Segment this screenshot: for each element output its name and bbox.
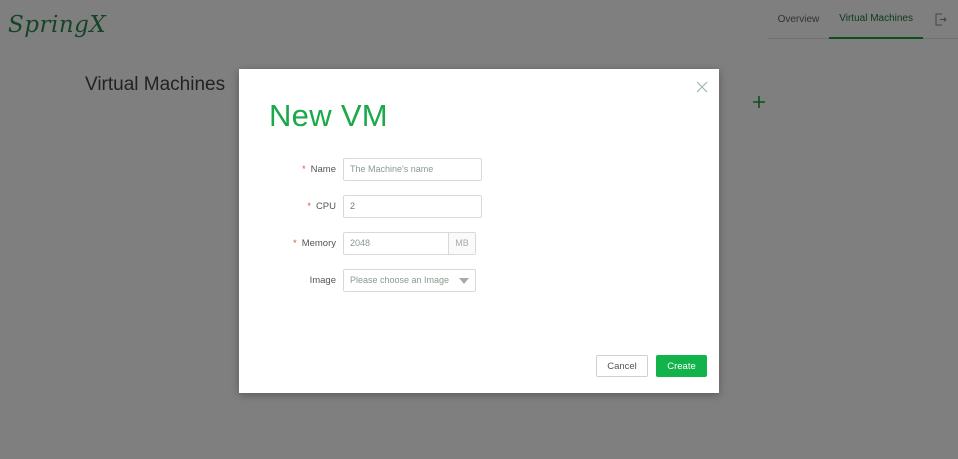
new-vm-dialog: New VM * Name The Machine's name * CPU 2 *… bbox=[239, 69, 719, 393]
required-marker: * bbox=[307, 201, 311, 211]
create-button[interactable]: Create bbox=[656, 355, 707, 377]
required-marker: * bbox=[293, 238, 297, 248]
form-row-cpu: * CPU 2 bbox=[239, 195, 719, 218]
form-row-memory: * Memory 2048 MB bbox=[239, 232, 719, 255]
cpu-input[interactable]: 2 bbox=[343, 195, 482, 218]
name-label: * Name bbox=[302, 164, 336, 175]
dialog-title: New VM bbox=[269, 98, 388, 133]
memory-unit: MB bbox=[448, 233, 475, 254]
cancel-button[interactable]: Cancel bbox=[596, 355, 648, 377]
form-row-name: * Name The Machine's name bbox=[239, 158, 719, 181]
memory-value[interactable]: 2048 bbox=[350, 233, 370, 254]
memory-label: * Memory bbox=[293, 238, 336, 249]
required-marker: * bbox=[302, 164, 306, 174]
close-icon[interactable] bbox=[696, 81, 708, 93]
chevron-down-icon bbox=[459, 278, 469, 284]
form-row-image: Image Please choose an Image bbox=[239, 269, 719, 292]
cpu-label: * CPU bbox=[307, 201, 336, 212]
memory-input[interactable]: 2048 MB bbox=[343, 232, 476, 255]
image-select-placeholder: Please choose an Image bbox=[350, 275, 450, 285]
image-select[interactable]: Please choose an Image bbox=[343, 269, 476, 292]
name-input[interactable]: The Machine's name bbox=[343, 158, 482, 181]
image-label: Image bbox=[309, 275, 336, 286]
